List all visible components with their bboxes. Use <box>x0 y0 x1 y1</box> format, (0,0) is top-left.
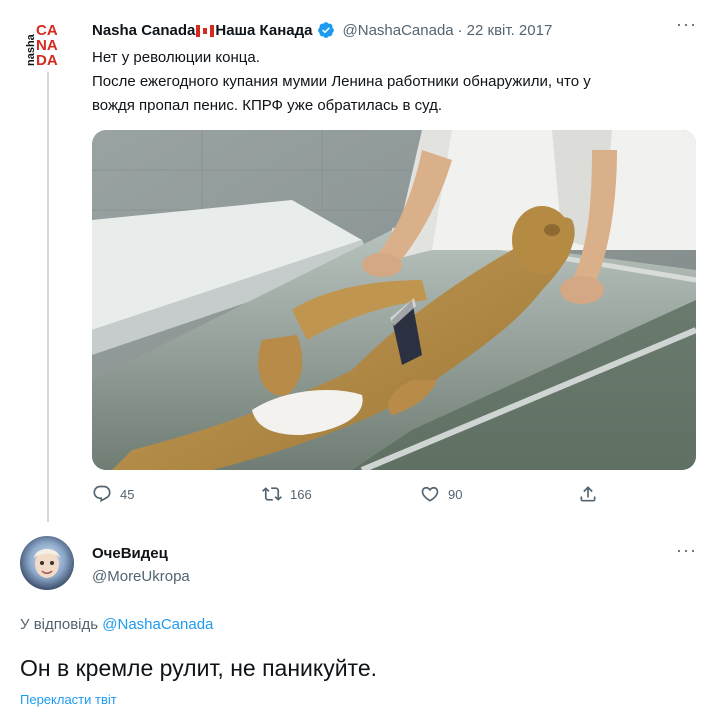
tweet-actions: 45 166 90 <box>92 484 702 508</box>
share-icon <box>580 486 596 502</box>
reply-avatar[interactable] <box>20 536 74 590</box>
retweet-count: 166 <box>290 486 312 502</box>
svg-text:DA: DA <box>36 52 58 68</box>
reply-button[interactable]: 45 <box>92 484 134 504</box>
reply-author-handle[interactable]: @MoreUkropa <box>92 568 190 585</box>
replying-to-link[interactable]: @NashaCanada <box>102 616 213 633</box>
share-button[interactable] <box>578 484 598 504</box>
replying-to-prefix: У відповідь <box>20 616 99 633</box>
tweet-more-button[interactable]: ··· <box>676 14 697 35</box>
replying-to: У відповідь @NashaCanada <box>20 616 213 633</box>
tweet-text: Нет у революции конца. После ежегодного … <box>92 46 702 118</box>
tweet-header: Nasha Canada Наша Канада @NashaCanada · 2… <box>92 18 692 42</box>
like-icon <box>421 486 439 502</box>
reply-text: Он в кремле рулит, не паникуйте. <box>20 655 378 681</box>
thread-line <box>47 72 49 522</box>
nasha-canada-logo[interactable]: nasha CA NA DA <box>23 20 69 69</box>
tweet-photo[interactable] <box>92 130 696 470</box>
reply-icon <box>93 485 111 503</box>
like-button[interactable]: 90 <box>420 484 462 504</box>
verified-badge-icon <box>317 22 334 38</box>
header-separator: · <box>457 21 463 39</box>
author-handle[interactable]: @NashaCanada <box>343 22 454 39</box>
tweet-text-line: вождя пропал пенис. КПРФ уже обратилась … <box>92 97 443 114</box>
retweet-button[interactable]: 166 <box>262 484 312 504</box>
reply-more-button[interactable]: ··· <box>676 540 697 561</box>
reply-count: 45 <box>120 486 135 502</box>
reply-author-name[interactable]: ОчеВидец <box>92 545 168 562</box>
tweet-text-line: После ежегодного купания мумии Ленина ра… <box>92 73 591 90</box>
like-count: 90 <box>448 486 463 502</box>
author-name[interactable]: Nasha Canada Наша Канада <box>92 22 313 39</box>
tweet-date[interactable]: 22 квіт. 2017 <box>467 22 553 39</box>
translate-tweet-link[interactable]: Перекласти твіт <box>20 692 117 707</box>
canada-flag-icon <box>196 24 215 37</box>
tweet-text-line: Нет у революции конца. <box>92 49 260 66</box>
retweet-icon <box>262 487 282 501</box>
